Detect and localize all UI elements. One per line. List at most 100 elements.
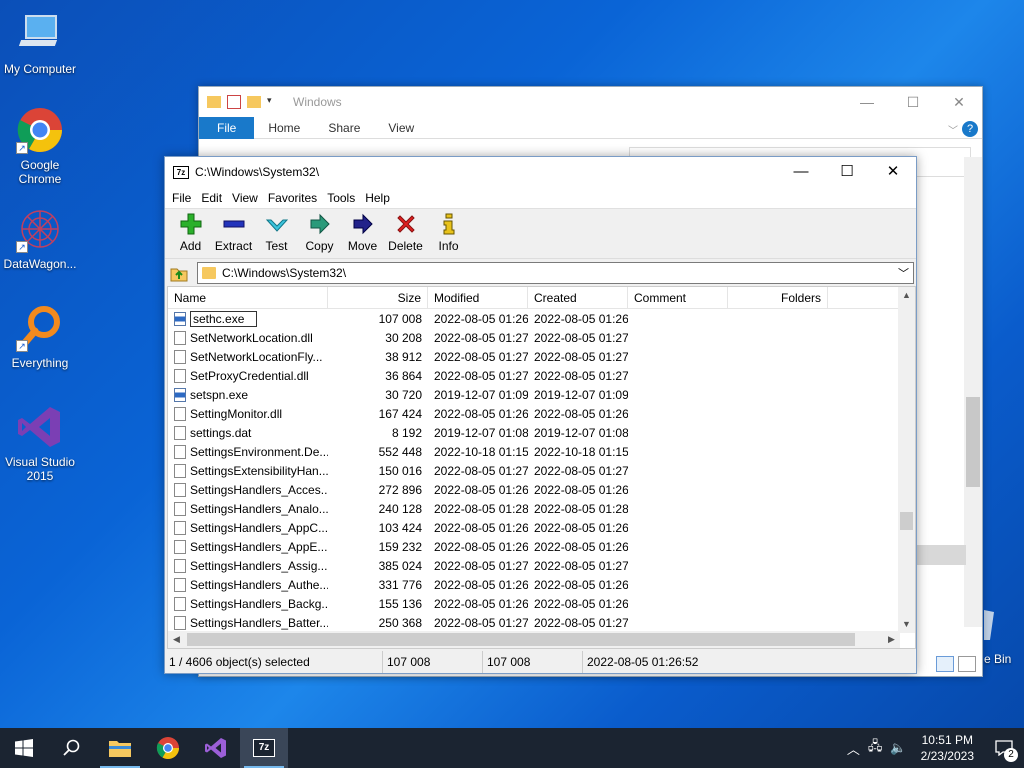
cell-name[interactable]: SettingsHandlers_Acces... <box>168 482 328 497</box>
properties-icon[interactable] <box>227 95 241 109</box>
expand-ribbon-icon[interactable]: ﹀ <box>948 122 958 137</box>
column-header-size[interactable]: Size <box>328 287 428 308</box>
cell-name[interactable]: SettingsEnvironment.De... <box>168 444 328 459</box>
table-row[interactable]: SettingsHandlers_Acces... 272 896 2022-08-… <box>168 480 900 499</box>
tab-share[interactable]: Share <box>314 117 374 139</box>
7zip-window[interactable]: 7z C:\Windows\System32\ — ☐ ✕ File Edit … <box>164 156 917 674</box>
show-hidden-icons-icon[interactable]: ︿ <box>843 739 864 758</box>
scroll-up-icon[interactable]: ▲ <box>898 287 915 304</box>
menu-tools[interactable]: Tools <box>322 187 360 209</box>
column-header-name[interactable]: Name <box>168 287 328 308</box>
table-row[interactable]: SettingsHandlers_Batter... 250 368 2022-08… <box>168 613 900 632</box>
move-button[interactable]: Move <box>341 213 384 253</box>
tab-file[interactable]: File <box>199 116 255 139</box>
scroll-down-icon[interactable]: ▼ <box>898 616 915 633</box>
maximize-button[interactable]: ☐ <box>890 87 936 117</box>
horizontal-scrollbar[interactable]: ◀ ▶ <box>168 631 900 648</box>
vertical-scroll-thumb[interactable] <box>900 512 913 530</box>
taskbar-chrome[interactable] <box>144 728 192 768</box>
desktop-icon-datawagon[interactable]: ↗ DataWagon... <box>0 205 80 271</box>
tab-home[interactable]: Home <box>254 117 314 139</box>
table-row[interactable]: SettingsHandlers_AppE... 159 232 2022-08-0… <box>168 537 900 556</box>
details-view-icon[interactable] <box>936 656 954 672</box>
menu-file[interactable]: File <box>167 187 196 209</box>
cell-name[interactable]: SetNetworkLocation.dll <box>168 330 328 345</box>
close-button[interactable]: ✕ <box>936 87 982 117</box>
scroll-right-icon[interactable]: ▶ <box>883 634 900 645</box>
folder-up-icon[interactable] <box>169 263 189 283</box>
cell-name[interactable]: SetNetworkLocationFly... <box>168 349 328 364</box>
horizontal-scroll-thumb[interactable] <box>187 633 855 646</box>
test-button[interactable]: Test <box>255 213 298 253</box>
cell-name[interactable]: SettingsHandlers_Assig... <box>168 558 328 573</box>
menu-view[interactable]: View <box>227 187 263 209</box>
menu-help[interactable]: Help <box>360 187 395 209</box>
taskbar-file-explorer[interactable] <box>96 728 144 768</box>
table-row[interactable]: SettingsHandlers_Authe... 331 776 2022-08-… <box>168 575 900 594</box>
chevron-down-icon[interactable]: ﹀ <box>898 265 909 281</box>
explorer-titlebar[interactable]: ▾ Windows — ☐ ✕ <box>199 87 982 117</box>
desktop-icon-visual-studio[interactable]: Visual Studio 2015 <box>0 403 80 483</box>
notification-center-button[interactable]: 2 <box>984 728 1024 768</box>
table-row[interactable]: SettingsExtensibilityHan... 150 016 2022-0… <box>168 461 900 480</box>
minimize-button[interactable]: — <box>778 157 824 187</box>
minimize-button[interactable]: — <box>844 87 890 117</box>
delete-button[interactable]: Delete <box>384 213 427 253</box>
cell-name[interactable]: SettingsHandlers_Batter... <box>168 615 328 630</box>
add-button[interactable]: Add <box>169 213 212 253</box>
cell-name[interactable]: settings.dat <box>168 425 328 440</box>
desktop-icon-my-computer[interactable]: My Computer <box>0 10 80 76</box>
taskbar-visual-studio[interactable] <box>192 728 240 768</box>
table-row[interactable]: SetNetworkLocationFly... 38 912 2022-08-05… <box>168 347 900 366</box>
search-button[interactable] <box>48 728 96 768</box>
table-row[interactable]: SettingsHandlers_Assig... 385 024 2022-08-… <box>168 556 900 575</box>
table-row[interactable]: SettingsHandlers_Backg... 155 136 2022-08-… <box>168 594 900 613</box>
column-header-created[interactable]: Created <box>528 287 628 308</box>
cell-name[interactable]: SettingsHandlers_AppC... <box>168 520 328 535</box>
table-row[interactable]: SettingsHandlers_AppC... 103 424 2022-08-0… <box>168 518 900 537</box>
file-list[interactable]: Name Size Modified Created Comment Folde… <box>167 286 916 649</box>
start-button[interactable] <box>0 728 48 768</box>
table-row[interactable]: SetNetworkLocation.dll 30 208 2022-08-05 0… <box>168 328 900 347</box>
volume-icon[interactable]: 🔈 <box>886 740 910 756</box>
explorer-hscroll[interactable] <box>917 545 966 565</box>
cell-name[interactable]: SettingsExtensibilityHan... <box>168 463 328 478</box>
desktop-icon-everything[interactable]: ↗ Everything <box>0 304 80 370</box>
column-header-comment[interactable]: Comment <box>628 287 728 308</box>
cell-name[interactable]: SettingsHandlers_Analo... <box>168 501 328 516</box>
chevron-down-icon[interactable]: ▾ <box>267 95 281 109</box>
table-row[interactable]: SettingsEnvironment.De... 552 448 2022-10-… <box>168 442 900 461</box>
recycle-bin-icon[interactable]: e Bin <box>984 606 1024 666</box>
7zip-titlebar[interactable]: 7z C:\Windows\System32\ — ☐ ✕ <box>165 157 916 187</box>
table-row[interactable]: settings.dat 8 192 2019-12-07 01:08 2019-12… <box>168 423 900 442</box>
desktop-icon-google-chrome[interactable]: ↗ Google Chrome <box>0 106 80 186</box>
rename-input[interactable]: sethc.exe <box>190 310 258 327</box>
scroll-left-icon[interactable]: ◀ <box>168 634 185 645</box>
taskbar-7zip[interactable]: 7z <box>240 728 288 768</box>
menu-favorites[interactable]: Favorites <box>263 187 322 209</box>
clock[interactable]: 10:51 PM 2/23/2023 <box>911 732 984 764</box>
copy-button[interactable]: Copy <box>298 213 341 253</box>
column-header-modified[interactable]: Modified <box>428 287 528 308</box>
table-row[interactable]: sethc.exe 107 008 2022-08-05 01:26 2022-08-… <box>168 309 900 328</box>
help-icon[interactable]: ? <box>962 121 978 137</box>
table-row[interactable]: SettingsHandlers_Analo... 240 128 2022-08-… <box>168 499 900 518</box>
address-input[interactable]: C:\Windows\System32\ ﹀ <box>197 262 914 284</box>
cell-name[interactable]: setspn.exe <box>168 387 328 402</box>
table-row[interactable]: SetProxyCredential.dll 36 864 2022-08-05 0… <box>168 366 900 385</box>
vertical-scrollbar[interactable]: ▲ ▼ <box>898 287 915 633</box>
maximize-button[interactable]: ☐ <box>824 157 870 187</box>
cell-name[interactable]: SettingMonitor.dll <box>168 406 328 421</box>
cell-name[interactable]: sethc.exe <box>168 310 328 327</box>
table-row[interactable]: setspn.exe 30 720 2019-12-07 01:09 2019-12-… <box>168 385 900 404</box>
menu-edit[interactable]: Edit <box>196 187 227 209</box>
tab-view[interactable]: View <box>374 117 428 139</box>
column-header-folders[interactable]: Folders <box>728 287 828 308</box>
info-button[interactable]: Info <box>427 213 470 253</box>
explorer-scroll-thumb[interactable] <box>966 397 980 487</box>
close-button[interactable]: ✕ <box>870 157 916 187</box>
new-folder-icon[interactable] <box>247 96 261 108</box>
explorer-scrollbar[interactable] <box>964 157 982 627</box>
cell-name[interactable]: SettingsHandlers_Backg... <box>168 596 328 611</box>
cell-name[interactable]: SettingsHandlers_Authe... <box>168 577 328 592</box>
